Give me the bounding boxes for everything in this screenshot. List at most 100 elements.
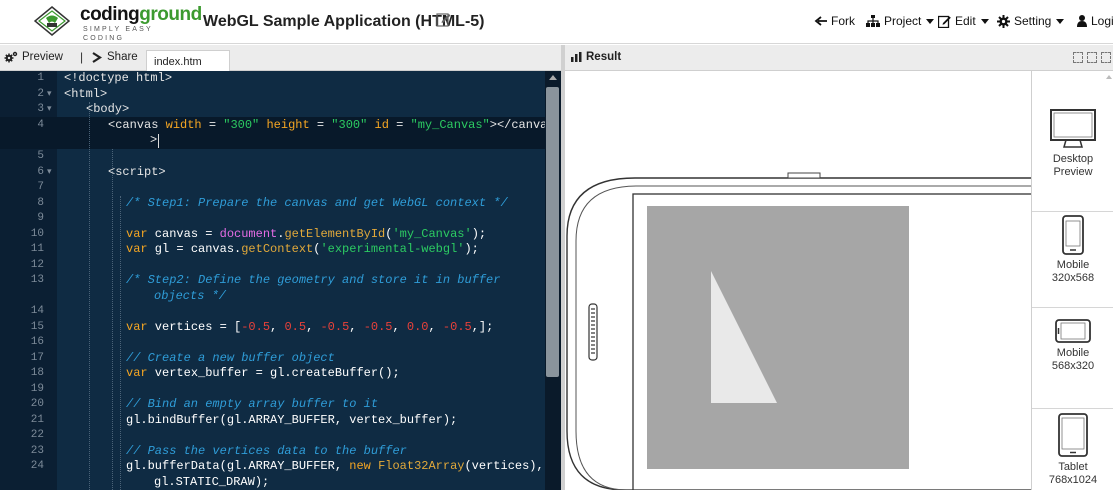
code-line: 9	[37, 212, 44, 224]
fold-icon: ▾	[47, 166, 52, 177]
editor-toolbar: Preview | Share index.htm	[0, 45, 561, 71]
setting-label: Setting	[1014, 14, 1052, 28]
setting-menu[interactable]: Setting	[997, 14, 1065, 28]
device-mobile-portrait-label: Mobile	[1056, 259, 1090, 271]
result-label: Result	[586, 51, 622, 63]
code-line: 16	[30, 336, 44, 348]
code-line: 12	[30, 258, 44, 271]
code-line: 7	[37, 181, 44, 193]
fold-icon: ▾	[47, 88, 52, 99]
code-line: 4 <canvas width = "300" height = "300" id…	[37, 117, 555, 132]
editor-panel: Preview | Share index.htm 1 <!doctype htm…	[0, 45, 561, 490]
code-line: 6 ▾ <script>	[37, 164, 166, 179]
device-mobile-portrait[interactable]: Mobile 320x568	[1032, 215, 1113, 285]
code-line: 22	[30, 429, 44, 441]
edit-title-icon[interactable]	[436, 12, 451, 27]
edit-menu[interactable]: Edit	[938, 14, 989, 28]
mobile-landscape-icon	[1055, 319, 1091, 343]
divider	[1032, 211, 1113, 212]
code-line: 14	[30, 305, 44, 317]
device-mobile-landscape-sub: 568x320	[1051, 360, 1095, 372]
toolbar-separator: |	[80, 50, 84, 64]
brand-tagline: SIMPLY EASY CODING	[83, 26, 153, 42]
result-title: Result	[571, 51, 621, 63]
code-editor[interactable]: 1 <!doctype html> 2 ▾ <html> 3 ▾ <body> 4 <can…	[0, 71, 561, 490]
code-line-wrap: >	[150, 133, 158, 147]
code-line: 15 var vertices = [-0.5, 0.5, -0.5, -0.5,…	[30, 319, 494, 334]
fold-icon: ▾	[47, 104, 52, 114]
code-line: 18 var vertex_buffer = gl.createBuffer();	[30, 366, 400, 380]
bar-chart-icon	[571, 52, 582, 62]
edit-label: Edit	[955, 14, 976, 28]
code-line-wrap: gl.STATIC_DRAW);	[154, 474, 270, 489]
project-icon	[866, 15, 880, 27]
code-line: 13/* Step2: Define the geometry and stor…	[30, 273, 501, 287]
caret-down-icon	[980, 18, 989, 24]
device-desktop-sub: Preview	[1053, 166, 1093, 178]
share-button[interactable]: Share	[92, 51, 138, 63]
code-line: 23// Pass the vertices data to the buffe…	[30, 443, 407, 458]
split-view-icon[interactable]	[1087, 52, 1097, 63]
gears-icon	[4, 51, 18, 63]
brand[interactable]: codingground SIMPLY EASY CODING	[80, 4, 202, 42]
code-line: 10 var canvas = document.getElementById('…	[30, 226, 487, 241]
preview-button[interactable]: Preview	[4, 51, 63, 63]
top-bar: codingground SIMPLY EASY CODING WebGL Sa…	[0, 0, 1113, 44]
desktop-icon	[1050, 109, 1096, 148]
device-mobile-landscape-label: Mobile	[1056, 347, 1090, 359]
share-label: Share	[107, 51, 138, 63]
edit-icon	[938, 15, 951, 28]
scroll-up-icon[interactable]	[549, 75, 557, 80]
code-line: 21 gl.bindBuffer(gl.ARRAY_BUFFER, vertex_…	[30, 412, 458, 427]
divider	[1032, 408, 1113, 409]
code-line: 8/* Step1: Prepare the canvas and get We…	[37, 195, 508, 210]
device-mobile-landscape[interactable]: Mobile 568x320	[1032, 319, 1113, 373]
caret-down-icon	[926, 18, 935, 24]
settings-icon	[997, 14, 1010, 28]
login-label: Login	[1091, 14, 1113, 28]
tablet-icon	[1058, 413, 1088, 457]
phone-preview-frame	[566, 172, 1031, 490]
result-panel: Result Desktop Preview Mobile 320x568 Mo…	[565, 45, 1113, 490]
project-menu[interactable]: Project	[866, 14, 935, 28]
user-icon	[1077, 15, 1087, 27]
code-line: 2 ▾ <html>	[37, 86, 108, 101]
code-line-wrap: objects */	[154, 288, 227, 303]
editor-scroll-thumb[interactable]	[546, 87, 559, 377]
caret-down-icon	[1056, 18, 1065, 24]
logo-icon[interactable]	[34, 6, 70, 36]
fork-menu[interactable]: Fork	[814, 14, 855, 28]
device-tablet[interactable]: Tablet 768x1024	[1032, 413, 1113, 487]
device-desktop[interactable]: Desktop Preview	[1032, 109, 1113, 179]
preview-label: Preview	[22, 51, 63, 63]
result-header: Result	[565, 45, 1113, 71]
code-line: 3 ▾ <body>	[37, 102, 130, 116]
expand-view-icon[interactable]	[1101, 52, 1111, 63]
mobile-portrait-icon	[1062, 215, 1084, 255]
fork-label: Fork	[831, 14, 855, 28]
device-tablet-label: Tablet	[1058, 461, 1088, 473]
device-mobile-portrait-sub: 320x568	[1051, 272, 1095, 284]
webgl-canvas	[647, 206, 909, 469]
code-line: 1 <!doctype html>	[37, 71, 173, 85]
share-icon	[92, 51, 102, 63]
text-cursor	[158, 134, 159, 148]
brand-name: codingground	[80, 4, 202, 25]
divider	[1032, 307, 1113, 308]
code-line: 19	[30, 382, 44, 395]
project-label: Project	[884, 14, 922, 28]
device-desktop-label: Desktop	[1052, 153, 1094, 165]
collapse-view-icon[interactable]	[1073, 52, 1083, 63]
device-selector: Desktop Preview Mobile 320x568 Mobile 56…	[1031, 71, 1113, 490]
code-line: 24 gl.bufferData(gl.ARRAY_BUFFER, new Flo…	[30, 459, 544, 473]
code-line: 17// Create a new buffer object	[30, 350, 335, 365]
file-tab-index[interactable]: index.htm	[146, 50, 230, 71]
device-tablet-sub: 768x1024	[1048, 474, 1098, 486]
view-controls	[1073, 52, 1111, 63]
code-line: 20// Bind an empty array buffer to it	[30, 397, 379, 411]
login-menu[interactable]: Login	[1077, 14, 1113, 28]
code-line: 5	[37, 150, 44, 162]
result-body: Desktop Preview Mobile 320x568 Mobile 56…	[565, 71, 1113, 490]
fork-icon	[814, 16, 827, 26]
scroll-up-icon[interactable]	[1106, 75, 1112, 79]
